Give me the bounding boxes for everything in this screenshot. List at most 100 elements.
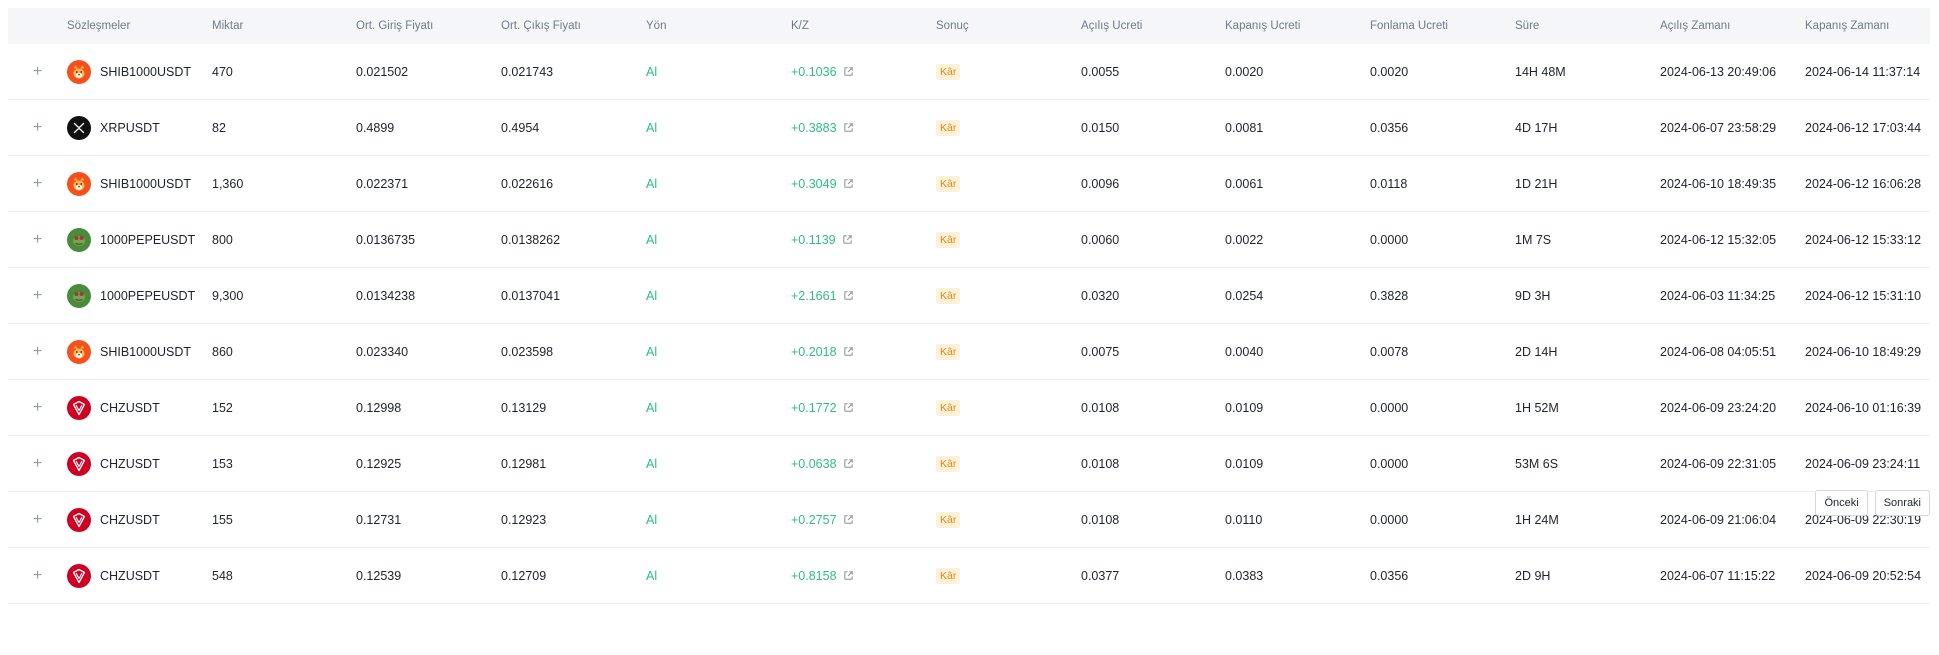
table-row: + SHIB1000USDT 860 0.023340 0.023598 Al … bbox=[8, 324, 1930, 380]
direction: Al bbox=[646, 120, 658, 135]
direction: Al bbox=[646, 344, 658, 359]
shiba-inu-coin-icon bbox=[67, 171, 91, 196]
expand-row-button[interactable]: + bbox=[33, 400, 42, 416]
contract-symbol: CHZUSDT bbox=[100, 400, 160, 415]
entry-price: 0.12539 bbox=[356, 568, 402, 583]
close-time: 2024-06-12 16:06:28 bbox=[1805, 176, 1922, 191]
result-badge: Kâr bbox=[936, 399, 961, 416]
expand-row-button[interactable]: + bbox=[33, 344, 42, 360]
funding-fee: 0.0000 bbox=[1370, 456, 1409, 471]
exit-price: 0.13129 bbox=[501, 400, 547, 415]
open-fee: 0.0075 bbox=[1081, 344, 1120, 359]
open-time: 2024-06-09 22:31:05 bbox=[1660, 456, 1777, 471]
entry-price: 0.0136735 bbox=[356, 232, 416, 247]
open-time: 2024-06-12 15:32:05 bbox=[1660, 232, 1777, 247]
next-page-button[interactable]: Sonraki bbox=[1874, 490, 1930, 516]
exit-price: 0.022616 bbox=[501, 176, 554, 191]
exit-price: 0.0138262 bbox=[501, 232, 561, 247]
result-badge: Kâr bbox=[936, 567, 961, 584]
pnl-value: +0.2018 bbox=[791, 344, 837, 359]
header-contract: Sözleşmeler bbox=[67, 20, 131, 32]
funding-fee: 0.0078 bbox=[1370, 344, 1409, 359]
table-row: + CHZUSDT 153 0.12925 0.12981 Al +0.0638… bbox=[8, 436, 1930, 492]
expand-row-button[interactable]: + bbox=[33, 512, 42, 528]
result-badge: Kâr bbox=[936, 287, 961, 304]
open-fee: 0.0108 bbox=[1081, 512, 1120, 527]
quantity: 153 bbox=[212, 456, 233, 471]
direction: Al bbox=[646, 232, 658, 247]
pnl-value: +0.3883 bbox=[791, 120, 837, 135]
table-row: + CHZUSDT 548 0.12539 0.12709 Al +0.8158… bbox=[8, 548, 1930, 604]
open-fee: 0.0108 bbox=[1081, 456, 1120, 471]
close-time: 2024-06-12 15:31:10 bbox=[1805, 288, 1922, 303]
exit-price: 0.12981 bbox=[501, 456, 547, 471]
header-close-fee: Kapanış Ücreti bbox=[1225, 20, 1301, 32]
expand-row-button[interactable]: + bbox=[33, 456, 42, 472]
contract-symbol: SHIB1000USDT bbox=[100, 64, 192, 79]
close-time: 2024-06-10 18:49:29 bbox=[1805, 344, 1922, 359]
pnl-value: +0.0638 bbox=[791, 456, 837, 471]
quantity: 548 bbox=[212, 568, 233, 583]
external-link-icon[interactable] bbox=[843, 122, 854, 133]
entry-price: 0.023340 bbox=[356, 344, 409, 359]
entry-price: 0.021502 bbox=[356, 64, 409, 79]
contract-symbol: CHZUSDT bbox=[100, 456, 160, 471]
external-link-icon[interactable] bbox=[842, 234, 853, 245]
exit-price: 0.12923 bbox=[501, 512, 547, 527]
external-link-icon[interactable] bbox=[843, 290, 854, 301]
result-badge: Kâr bbox=[936, 343, 961, 360]
external-link-icon[interactable] bbox=[843, 402, 854, 413]
direction: Al bbox=[646, 64, 658, 79]
pnl-value: +0.8158 bbox=[791, 568, 837, 583]
duration: 2D 14H bbox=[1515, 344, 1558, 359]
duration: 53M 6S bbox=[1515, 456, 1559, 471]
entry-price: 0.0134238 bbox=[356, 288, 416, 303]
open-time: 2024-06-07 23:58:29 bbox=[1660, 120, 1777, 135]
quantity: 470 bbox=[212, 64, 233, 79]
open-fee: 0.0096 bbox=[1081, 176, 1120, 191]
external-link-icon[interactable] bbox=[843, 178, 854, 189]
funding-fee: 0.0000 bbox=[1370, 232, 1409, 247]
close-fee: 0.0383 bbox=[1225, 568, 1264, 583]
close-time: 2024-06-12 15:33:12 bbox=[1805, 232, 1922, 247]
external-link-icon[interactable] bbox=[843, 514, 854, 525]
header-pnl: K/Z bbox=[791, 20, 809, 32]
pagination: Önceki Sonraki bbox=[1815, 490, 1930, 516]
open-fee: 0.0055 bbox=[1081, 64, 1120, 79]
pnl-value: +0.1139 bbox=[791, 232, 836, 247]
entry-price: 0.12998 bbox=[356, 400, 402, 415]
direction: Al bbox=[646, 288, 658, 303]
external-link-icon[interactable] bbox=[843, 66, 854, 77]
expand-row-button[interactable]: + bbox=[33, 232, 42, 248]
pepe-coin-icon bbox=[67, 283, 91, 308]
open-fee: 0.0377 bbox=[1081, 568, 1120, 583]
prev-page-button[interactable]: Önceki bbox=[1815, 490, 1868, 516]
expand-row-button[interactable]: + bbox=[33, 568, 42, 584]
entry-price: 0.12925 bbox=[356, 456, 402, 471]
open-fee: 0.0108 bbox=[1081, 400, 1120, 415]
close-fee: 0.0020 bbox=[1225, 64, 1264, 79]
entry-price: 0.12731 bbox=[356, 512, 402, 527]
table-row: + 1000PEPEUSDT 800 0.0136735 0.0138262 A… bbox=[8, 212, 1930, 268]
duration: 1M 7S bbox=[1515, 232, 1552, 247]
entry-price: 0.4899 bbox=[356, 120, 395, 135]
xrp-coin-icon bbox=[67, 115, 91, 140]
contract-symbol: CHZUSDT bbox=[100, 568, 160, 583]
expand-row-button[interactable]: + bbox=[33, 120, 42, 136]
duration: 2D 9H bbox=[1515, 568, 1551, 583]
external-link-icon[interactable] bbox=[843, 458, 854, 469]
contract-symbol: CHZUSDT bbox=[100, 512, 160, 527]
close-time: 2024-06-14 11:37:14 bbox=[1805, 64, 1921, 79]
expand-row-button[interactable]: + bbox=[33, 176, 42, 192]
external-link-icon[interactable] bbox=[843, 346, 854, 357]
header-open-time: Açılış Zamanı bbox=[1660, 20, 1731, 32]
result-badge: Kâr bbox=[936, 511, 961, 528]
expand-row-button[interactable]: + bbox=[33, 288, 42, 304]
shiba-inu-coin-icon bbox=[67, 59, 91, 84]
entry-price: 0.022371 bbox=[356, 176, 409, 191]
funding-fee: 0.0356 bbox=[1370, 568, 1409, 583]
pnl-value: +0.2757 bbox=[791, 512, 837, 527]
external-link-icon[interactable] bbox=[843, 570, 854, 581]
expand-row-button[interactable]: + bbox=[33, 64, 42, 80]
exit-price: 0.021743 bbox=[501, 64, 554, 79]
